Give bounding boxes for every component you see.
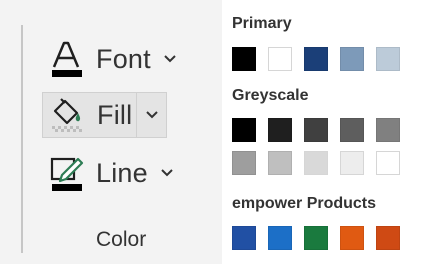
primary-swatch-row [232,47,412,71]
group-title-color: Color [96,228,147,251]
fill-color-button[interactable]: Fill [42,92,138,138]
line-color-dropdown[interactable] [152,150,182,196]
color-swatch[interactable] [304,151,328,175]
ribbon-color-group: Font Fill Line Color [0,0,222,264]
greyscale-swatch-row-1 [232,118,412,142]
color-swatch[interactable] [268,226,292,250]
products-swatch-row [232,226,412,250]
line-pen-icon [46,153,90,193]
line-color-button[interactable]: Line [42,150,152,196]
chevron-down-icon [164,55,176,63]
font-color-icon [46,39,90,79]
color-palette-panel: Primary Greyscale empower Products [222,0,424,264]
color-swatch[interactable] [376,118,400,142]
color-swatch[interactable] [340,151,364,175]
fill-color-split-button: Fill [42,92,168,138]
font-color-button[interactable]: Font [42,36,155,82]
line-label: Line [96,157,148,188]
color-swatch[interactable] [268,47,292,71]
color-swatch[interactable] [232,151,256,175]
color-swatch[interactable] [232,226,256,250]
font-label: Font [96,43,151,74]
greyscale-swatch-row-2 [232,151,412,175]
color-swatch[interactable] [268,118,292,142]
color-swatch[interactable] [376,226,400,250]
font-color-split-button: Font [42,36,185,82]
color-swatch[interactable] [232,47,256,71]
color-swatch[interactable] [232,118,256,142]
color-swatch[interactable] [340,47,364,71]
color-swatch[interactable] [268,151,292,175]
color-swatch[interactable] [304,226,328,250]
font-color-dropdown[interactable] [155,36,185,82]
line-color-split-button: Line [42,150,182,196]
group-separator [21,25,23,253]
section-title-products: empower Products [232,195,377,212]
section-title-primary: Primary [232,15,292,32]
color-swatch[interactable] [304,47,328,71]
section-title-greyscale: Greyscale [232,87,309,104]
chevron-down-icon [146,111,158,119]
fill-bucket-icon [47,95,91,135]
color-swatch[interactable] [340,118,364,142]
color-swatch[interactable] [304,118,328,142]
color-swatch[interactable] [376,47,400,71]
fill-label: Fill [97,99,133,130]
chevron-down-icon [161,169,173,177]
fill-color-dropdown[interactable] [137,92,168,138]
color-swatch[interactable] [340,226,364,250]
color-swatch[interactable] [376,151,400,175]
